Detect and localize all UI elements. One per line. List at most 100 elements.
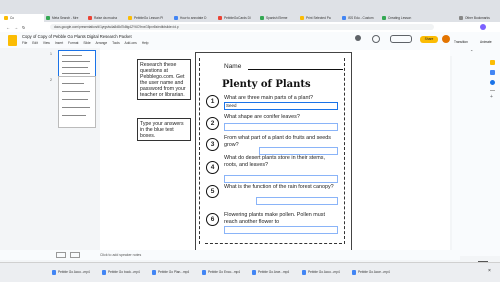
answer-text: Seed (226, 103, 237, 108)
keep-icon[interactable] (490, 60, 495, 65)
slides-logo-icon[interactable] (8, 35, 17, 46)
download-item[interactable]: Pebble Go Acco...mp4 (302, 269, 340, 276)
thumb-line (62, 107, 90, 108)
speaker-notes-placeholder: Click to add speaker notes (100, 253, 142, 257)
tab-item[interactable]: Meta Search - Mre (42, 14, 86, 22)
downloads-bar: Pebble Go Acco...mp4 Pebble Go book...mp… (0, 262, 500, 282)
collapse-toolbar-icon[interactable]: ⌃ (470, 49, 473, 54)
filmstrip-view-icon[interactable] (70, 252, 80, 258)
thumb-line (62, 73, 90, 74)
menu-view[interactable]: View (43, 41, 50, 45)
question-number: 3 (206, 138, 219, 151)
download-item[interactable]: Pebble Go book...mp4 (102, 269, 140, 276)
calendar-icon[interactable] (490, 80, 495, 85)
animate-button[interactable]: Animate (480, 40, 492, 44)
answer-box[interactable] (259, 147, 338, 155)
back-icon[interactable]: ← (6, 25, 10, 30)
instructions-text: Research these questions at Pebblego.com… (140, 61, 186, 98)
video-file-icon (302, 269, 306, 275)
menu-format[interactable]: Format (68, 41, 78, 45)
share-button[interactable]: Share (420, 36, 438, 43)
thumb-line (62, 115, 86, 116)
transition-button[interactable]: Transition (454, 40, 468, 44)
tab-favicon-icon (300, 16, 304, 21)
menu-help[interactable]: Help (142, 41, 149, 45)
comments-icon[interactable] (372, 35, 380, 43)
download-item[interactable]: Pebble Go Acco...mp4 (52, 269, 90, 276)
folder-icon (459, 16, 463, 21)
menu-tools[interactable]: Tools (112, 41, 120, 45)
thumb-line (62, 61, 90, 62)
tab-item[interactable]: Spanish Eleme (256, 14, 298, 22)
slide-number: 1 (50, 52, 52, 56)
add-addon-icon[interactable]: + (490, 94, 493, 100)
download-item[interactable]: Pebble Go Arce...mp4 (252, 269, 289, 276)
speaker-notes[interactable]: Click to add speaker notes (0, 250, 460, 260)
menu-addons[interactable]: Add-ons (125, 41, 137, 45)
video-file-icon (52, 269, 56, 275)
answer-box[interactable] (224, 226, 338, 234)
slideshow-button[interactable] (390, 35, 412, 43)
tab-item[interactable]: How to annotate D (170, 14, 216, 22)
tab-favicon-icon (128, 16, 132, 21)
answer-box[interactable] (224, 123, 338, 131)
tab-item[interactable]: PebbleGo Lesson Pl (124, 14, 172, 22)
video-file-icon (152, 269, 156, 275)
document-title[interactable]: Copy of Copy of Pebble Go Plants Digital… (22, 34, 132, 39)
download-item[interactable]: Pebble Go Enco...mp4 (202, 269, 240, 276)
tab-item[interactable]: Print Selected Pa (296, 14, 340, 22)
profile-avatar[interactable] (480, 24, 486, 30)
question-number: 1 (206, 95, 219, 108)
grid-view-icon[interactable] (56, 252, 66, 258)
reload-icon[interactable]: ↻ (22, 25, 25, 30)
user-avatar[interactable] (442, 35, 450, 43)
tab-item[interactable]: ISS Edu - Custom (338, 14, 380, 22)
url-input[interactable]: docs.google.com/presentation/d/1yrgslw4a… (50, 24, 434, 30)
tab-favicon-icon (260, 16, 264, 21)
tab-item[interactable]: Raise da mucha (84, 14, 126, 22)
download-item[interactable]: Pebble Go Acce...mp4 (352, 269, 390, 276)
tab-favicon-icon (88, 16, 92, 21)
tab-docs[interactable]: Co (0, 14, 44, 22)
menu-edit[interactable]: Edit (32, 41, 38, 45)
panel-divider (490, 90, 495, 91)
slide-number: 2 (50, 78, 52, 82)
right-vine-border (344, 58, 349, 244)
answer-box[interactable]: Seed (224, 102, 338, 110)
left-vine-border (199, 58, 204, 244)
comment-history-icon[interactable] (355, 35, 361, 41)
tab-strip: Co Meta Search - Mre Raise da mucha Pebb… (0, 0, 500, 22)
forward-icon[interactable]: → (14, 25, 18, 30)
bottom-vine-border (205, 243, 342, 245)
menu-insert[interactable]: Insert (55, 41, 63, 45)
name-label: Name (224, 63, 242, 70)
tab-item[interactable]: Creating Lesson (378, 14, 422, 22)
question-text: What do desert plants store in their ste… (224, 155, 325, 168)
question-text: What shape are conifer leaves? (224, 114, 300, 120)
thumb-line (62, 83, 84, 84)
answer-box[interactable] (256, 197, 338, 205)
thumb-line (62, 55, 82, 56)
menu-arrange[interactable]: Arrange (95, 41, 107, 45)
slide-thumbnail-2[interactable] (58, 76, 96, 128)
tab-item[interactable]: PebbleGoCards Dl (214, 14, 258, 22)
answer-box[interactable] (224, 175, 338, 183)
question-number: 6 (206, 213, 219, 226)
close-downloads-icon[interactable]: × (488, 268, 491, 274)
menu-bar: File Edit View Insert Format Slide Arran… (22, 41, 153, 45)
bookmarks-folder[interactable]: Other Bookmarks (455, 14, 500, 22)
menu-slide[interactable]: Slide (83, 41, 90, 45)
type-answers-textbox[interactable]: Type your answers in the blue text boxes… (137, 118, 191, 141)
question-number: 5 (206, 185, 219, 198)
tab-favicon-icon (218, 16, 222, 21)
menu-file[interactable]: File (22, 41, 27, 45)
instructions-textbox[interactable]: Research these questions at Pebblego.com… (137, 59, 191, 100)
download-item[interactable]: Pebble Go Plan...mp4 (152, 269, 189, 276)
type-answers-text: Type your answers in the blue text boxes… (140, 120, 184, 139)
video-file-icon (352, 269, 356, 275)
tab-favicon-icon (174, 16, 178, 21)
video-file-icon (102, 269, 106, 275)
tasks-icon[interactable] (490, 70, 495, 75)
thumb-line (62, 91, 90, 92)
question-text: Flowering plants make pollen. Pollen mus… (224, 212, 325, 225)
